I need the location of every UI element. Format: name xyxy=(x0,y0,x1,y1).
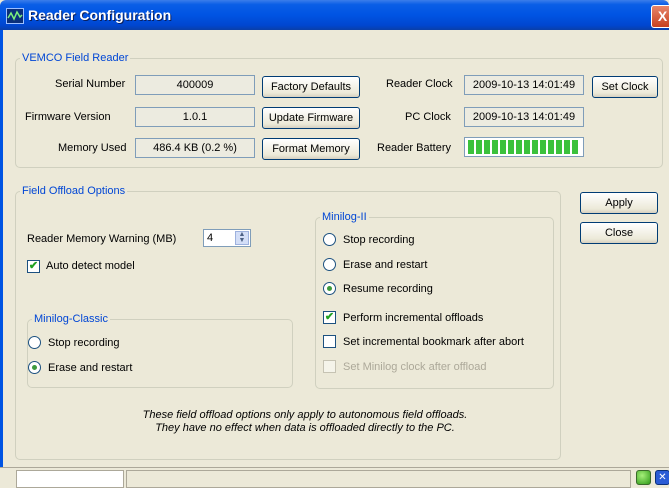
offload-note-line-1: These field offload options only apply t… xyxy=(142,409,468,421)
offload-note-line-2: They have no effect when data is offload… xyxy=(155,422,455,434)
factory-defaults-button[interactable]: Factory Defaults xyxy=(262,76,360,98)
offload-options-legend: Field Offload Options xyxy=(22,185,126,197)
window-title: Reader Configuration xyxy=(28,7,172,23)
pc-clock-value: 2009-10-13 14:01:49 xyxy=(464,107,584,127)
m2-erase-radio[interactable] xyxy=(323,258,336,271)
window-close-button[interactable]: X xyxy=(651,5,669,28)
set-minilog-clock-checkbox[interactable] xyxy=(323,360,336,373)
m2-erase-label: Erase and restart xyxy=(343,259,428,271)
reader-battery-label: Reader Battery xyxy=(377,142,451,154)
firmware-version-label: Firmware Version xyxy=(25,111,111,123)
battery-segment xyxy=(476,140,482,154)
battery-segment xyxy=(468,140,474,154)
memory-used-value: 486.4 KB (0.2 %) xyxy=(135,138,255,158)
firmware-version-value: 1.0.1 xyxy=(135,107,255,127)
incremental-offloads-checkbox[interactable]: ✔ xyxy=(323,311,336,324)
status-cell-1 xyxy=(16,470,124,488)
reader-clock-value: 2009-10-13 14:01:49 xyxy=(464,75,584,95)
field-reader-legend: VEMCO Field Reader xyxy=(22,52,129,64)
battery-segment xyxy=(508,140,514,154)
set-clock-button[interactable]: Set Clock xyxy=(592,76,658,98)
incremental-offloads-label: Perform incremental offloads xyxy=(343,312,484,324)
memory-used-label: Memory Used xyxy=(58,142,127,154)
serial-number-label: Serial Number xyxy=(55,78,126,90)
auto-detect-label: Auto detect model xyxy=(46,260,135,272)
bookmark-label: Set incremental bookmark after abort xyxy=(343,336,524,348)
battery-segment xyxy=(548,140,554,154)
battery-segment xyxy=(500,140,506,154)
bookmark-checkbox[interactable] xyxy=(323,335,336,348)
battery-segment xyxy=(524,140,530,154)
minilog-classic-group: Minilog-Classic xyxy=(27,313,293,388)
battery-segment xyxy=(532,140,538,154)
battery-segment xyxy=(492,140,498,154)
format-memory-button[interactable]: Format Memory xyxy=(262,138,360,160)
title-bar[interactable]: Reader Configuration X xyxy=(0,0,669,30)
classic-erase-radio[interactable] xyxy=(28,361,41,374)
app-icon xyxy=(6,8,24,24)
battery-segment xyxy=(572,140,578,154)
memory-warning-spinner[interactable]: 4 ▲ ▼ xyxy=(203,229,251,247)
m2-resume-label: Resume recording xyxy=(343,283,433,295)
minilog-classic-legend: Minilog-Classic xyxy=(34,313,108,325)
close-button[interactable]: Close xyxy=(580,222,658,244)
m2-resume-radio[interactable] xyxy=(323,282,336,295)
connection-status-icon xyxy=(636,470,651,485)
status-cell-2 xyxy=(126,470,631,488)
battery-segment xyxy=(564,140,570,154)
battery-meter xyxy=(464,137,584,157)
memory-warning-value: 4 xyxy=(207,232,214,244)
apply-button[interactable]: Apply xyxy=(580,192,658,214)
auto-detect-checkbox[interactable]: ✔ xyxy=(27,260,40,273)
battery-segment xyxy=(540,140,546,154)
spinner-arrows-icon[interactable]: ▲ ▼ xyxy=(235,231,249,245)
battery-segment xyxy=(556,140,562,154)
battery-segment xyxy=(484,140,490,154)
m2-stop-label: Stop recording xyxy=(343,234,415,246)
m2-stop-radio[interactable] xyxy=(323,233,336,246)
info-icon[interactable]: ✕ xyxy=(655,470,669,485)
memory-warning-label: Reader Memory Warning (MB) xyxy=(27,233,177,245)
classic-erase-label: Erase and restart xyxy=(48,362,133,374)
set-minilog-clock-label: Set Minilog clock after offload xyxy=(343,361,487,373)
offload-note: These field offload options only apply t… xyxy=(90,409,520,435)
battery-segment xyxy=(516,140,522,154)
pc-clock-label: PC Clock xyxy=(405,111,451,123)
classic-stop-radio[interactable] xyxy=(28,336,41,349)
serial-number-value: 400009 xyxy=(135,75,255,95)
classic-stop-label: Stop recording xyxy=(48,337,120,349)
minilog-ii-legend: Minilog-II xyxy=(322,211,367,223)
update-firmware-button[interactable]: Update Firmware xyxy=(262,107,360,129)
reader-clock-label: Reader Clock xyxy=(386,78,453,90)
